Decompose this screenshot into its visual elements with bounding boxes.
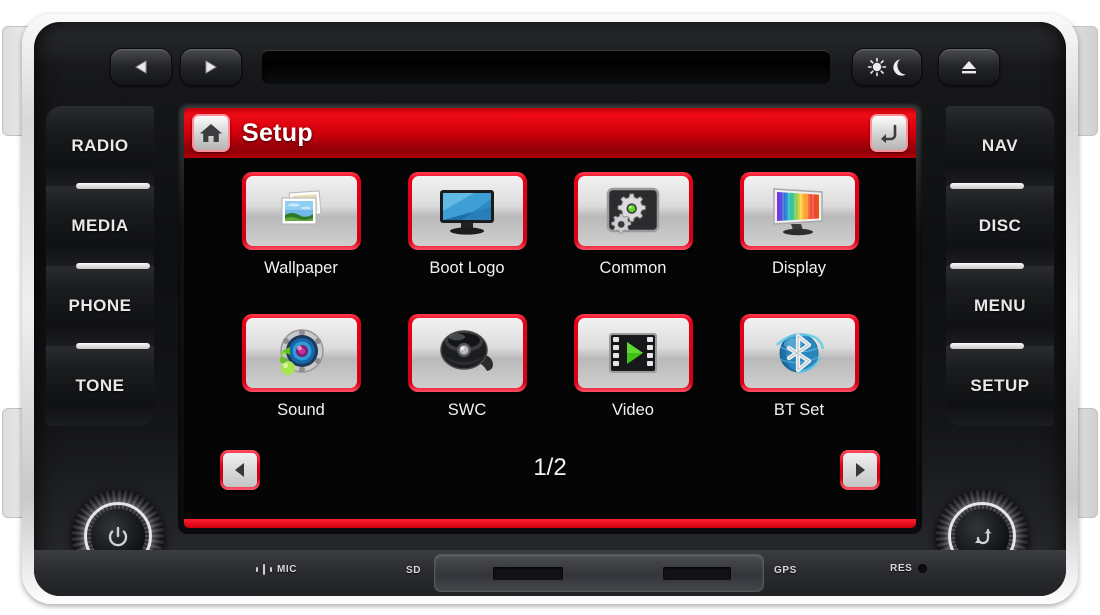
menu-item-label: Video bbox=[612, 401, 654, 419]
sun-moon-icon bbox=[867, 57, 906, 77]
button-separator bbox=[76, 183, 150, 189]
touchscreen: Setup Wallpaper Boot Logo Common Display… bbox=[184, 108, 916, 528]
res-label: RES bbox=[890, 563, 913, 574]
button-separator bbox=[76, 263, 150, 269]
reset-group: RES bbox=[890, 563, 928, 574]
page-indicator: 1/2 bbox=[533, 454, 567, 481]
menu-item-swc[interactable]: SWC bbox=[384, 314, 550, 456]
tile bbox=[241, 172, 361, 250]
cd-slot bbox=[262, 50, 830, 84]
mic-indicator: MIC bbox=[256, 564, 297, 575]
hw-button-label: MENU bbox=[973, 296, 1027, 315]
hw-button-label: NAV bbox=[981, 136, 1019, 155]
eject-icon bbox=[962, 61, 976, 74]
back-arrow-icon bbox=[881, 124, 897, 143]
gps-label: GPS bbox=[774, 565, 797, 576]
car-head-unit: RADIO MEDIA PHONE TONE NAV DISC MENU SET… bbox=[0, 0, 1100, 615]
home-button[interactable] bbox=[192, 114, 230, 152]
photos-icon bbox=[281, 190, 322, 225]
eject-button[interactable] bbox=[938, 48, 1000, 86]
tile bbox=[241, 314, 361, 392]
hw-button-label: SETUP bbox=[970, 376, 1030, 395]
steering-wheel-icon bbox=[440, 330, 493, 371]
page-next-button[interactable] bbox=[840, 450, 880, 490]
sd-label: SD bbox=[406, 565, 422, 576]
sd-card-slot[interactable] bbox=[493, 567, 563, 580]
menu-item-label: BT Set bbox=[773, 401, 825, 419]
menu-item-wallpaper[interactable]: Wallpaper bbox=[218, 172, 384, 314]
next-track-button[interactable] bbox=[180, 48, 242, 86]
mic-bar bbox=[270, 567, 272, 572]
prev-track-button[interactable] bbox=[110, 48, 172, 86]
menu-item-label: Display bbox=[771, 259, 827, 277]
menu-item-label: Sound bbox=[277, 401, 325, 419]
pager: 1/2 bbox=[184, 444, 916, 528]
sidebar-item-menu[interactable]: MENU bbox=[946, 266, 1054, 349]
film-play-icon bbox=[609, 333, 657, 373]
speaker-driver-icon bbox=[279, 329, 324, 375]
hw-button-label: PHONE bbox=[68, 296, 132, 315]
tile bbox=[407, 172, 527, 250]
screen-accent-bar bbox=[184, 519, 916, 528]
back-button[interactable] bbox=[870, 114, 908, 152]
sidebar-item-setup[interactable]: SETUP bbox=[946, 346, 1054, 426]
gears-icon bbox=[606, 187, 660, 234]
sidebar-item-tone[interactable]: TONE bbox=[46, 346, 154, 426]
bottom-connector-strip: MIC SD GPS RES bbox=[34, 550, 1066, 596]
monitor-blue-icon bbox=[440, 190, 494, 235]
button-separator bbox=[950, 183, 1024, 189]
sidebar-item-radio[interactable]: RADIO bbox=[46, 106, 154, 189]
menu-item-label: Common bbox=[599, 259, 667, 277]
tile bbox=[573, 172, 693, 250]
menu-item-label: Wallpaper bbox=[264, 259, 338, 277]
button-separator bbox=[950, 263, 1024, 269]
gps-card-slot[interactable] bbox=[663, 567, 731, 580]
monitor-rainbow-icon bbox=[773, 188, 823, 236]
right-button-column: NAV DISC MENU SETUP bbox=[946, 106, 1054, 428]
tile bbox=[739, 172, 859, 250]
screen-header: Setup bbox=[184, 108, 916, 158]
sidebar-item-media[interactable]: MEDIA bbox=[46, 186, 154, 269]
menu-item-label: Boot Logo bbox=[429, 259, 505, 277]
power-icon bbox=[108, 526, 128, 547]
menu-item-display[interactable]: Display bbox=[716, 172, 882, 314]
top-control-bar bbox=[94, 38, 1006, 96]
rotate-arrow-icon bbox=[975, 528, 992, 545]
mic-bar bbox=[263, 564, 265, 575]
tile bbox=[407, 314, 527, 392]
hw-button-label: MEDIA bbox=[71, 216, 129, 235]
triangle-right-icon bbox=[205, 60, 217, 74]
menu-item-common[interactable]: Common bbox=[550, 172, 716, 314]
button-separator bbox=[950, 343, 1024, 349]
mic-label: MIC bbox=[277, 564, 298, 575]
tile bbox=[573, 314, 693, 392]
mic-bar bbox=[256, 567, 258, 572]
unit-body: RADIO MEDIA PHONE TONE NAV DISC MENU SET… bbox=[34, 22, 1066, 596]
menu-item-bt-set[interactable]: BT Set bbox=[716, 314, 882, 456]
card-tray bbox=[434, 554, 764, 592]
button-separator bbox=[76, 343, 150, 349]
screen-bezel: Setup Wallpaper Boot Logo Common Display… bbox=[178, 102, 922, 534]
menu-item-label: SWC bbox=[447, 401, 487, 419]
menu-item-boot-logo[interactable]: Boot Logo bbox=[384, 172, 550, 314]
reset-button[interactable] bbox=[918, 564, 928, 573]
hw-button-label: DISC bbox=[978, 216, 1022, 235]
hw-button-label: TONE bbox=[75, 376, 125, 395]
tile bbox=[739, 314, 859, 392]
menu-item-video[interactable]: Video bbox=[550, 314, 716, 456]
page-title: Setup bbox=[242, 118, 313, 147]
day-night-button[interactable] bbox=[852, 48, 922, 86]
home-icon bbox=[200, 124, 222, 142]
bluetooth-globe-icon bbox=[776, 333, 825, 374]
sidebar-item-phone[interactable]: PHONE bbox=[46, 266, 154, 349]
triangle-right-icon bbox=[856, 463, 865, 477]
menu-item-sound[interactable]: Sound bbox=[218, 314, 384, 456]
triangle-left-icon bbox=[135, 60, 147, 74]
sidebar-item-disc[interactable]: DISC bbox=[946, 186, 1054, 269]
hw-button-label: RADIO bbox=[71, 136, 129, 155]
setup-icon-grid: Wallpaper Boot Logo Common Display Sound… bbox=[184, 158, 916, 456]
left-button-column: RADIO MEDIA PHONE TONE bbox=[46, 106, 154, 428]
sidebar-item-nav[interactable]: NAV bbox=[946, 106, 1054, 189]
